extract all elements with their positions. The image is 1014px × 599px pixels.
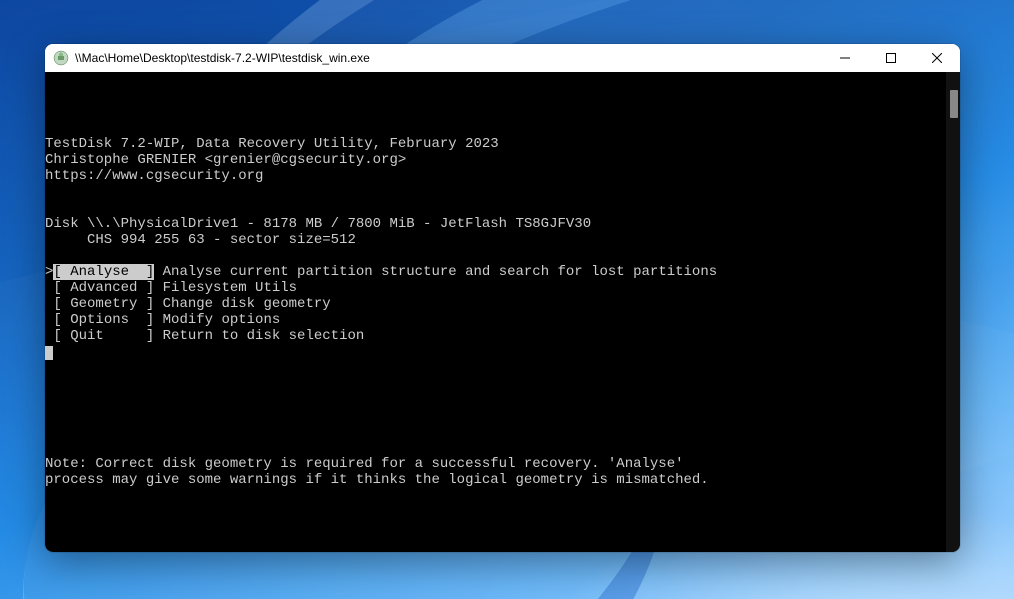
menu-item-quit[interactable]: [ Quit ] Return to disk selection	[45, 328, 364, 344]
minimize-button[interactable]	[822, 44, 868, 72]
disk-info-line: CHS 994 255 63 - sector size=512	[45, 232, 356, 248]
scrollbar-thumb[interactable]	[950, 90, 958, 118]
menu-item-geometry[interactable]: [ Geometry ] Change disk geometry	[45, 296, 331, 312]
close-button[interactable]	[914, 44, 960, 72]
scrollbar-track[interactable]	[946, 72, 960, 552]
note-line: Note: Correct disk geometry is required …	[45, 456, 684, 472]
menu-item-advanced[interactable]: [ Advanced ] Filesystem Utils	[45, 280, 297, 296]
titlebar[interactable]: \\Mac\Home\Desktop\testdisk-7.2-WIP\test…	[45, 44, 960, 72]
header-line: https://www.cgsecurity.org	[45, 168, 263, 184]
menu-item-analyse[interactable]: >[ Analyse ] Analyse current partition s…	[45, 264, 717, 280]
application-window: \\Mac\Home\Desktop\testdisk-7.2-WIP\test…	[45, 44, 960, 552]
note-line: process may give some warnings if it thi…	[45, 472, 709, 488]
app-icon	[53, 50, 69, 66]
window-controls	[822, 44, 960, 72]
maximize-button[interactable]	[868, 44, 914, 72]
text-cursor	[45, 346, 53, 360]
header-line: Christophe GRENIER <grenier@cgsecurity.o…	[45, 152, 406, 168]
window-title: \\Mac\Home\Desktop\testdisk-7.2-WIP\test…	[75, 51, 822, 65]
console-area[interactable]: TestDisk 7.2-WIP, Data Recovery Utility,…	[45, 72, 960, 552]
header-line: TestDisk 7.2-WIP, Data Recovery Utility,…	[45, 136, 499, 152]
menu-item-options[interactable]: [ Options ] Modify options	[45, 312, 280, 328]
disk-info-line: Disk \\.\PhysicalDrive1 - 8178 MB / 7800…	[45, 216, 591, 232]
